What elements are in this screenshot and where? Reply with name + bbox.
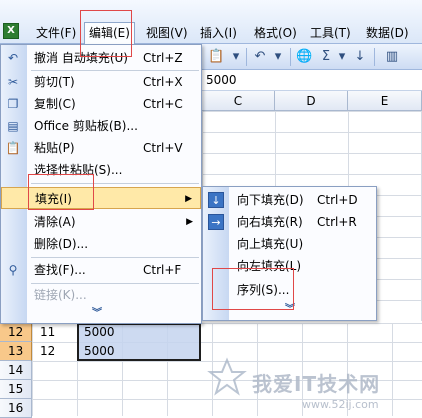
fill-right-icon: → xyxy=(208,214,224,230)
cell-b12[interactable]: 5000 xyxy=(80,323,115,342)
menu-item-label: 删除(D)... xyxy=(34,237,89,251)
undo-dropdown-icon[interactable]: ▾ xyxy=(270,49,286,65)
submenu-item-fill-up[interactable]: 向上填充(U) xyxy=(203,233,376,255)
formula-value[interactable]: 5000 xyxy=(206,73,237,87)
menu-format[interactable]: 格式(O) xyxy=(250,24,301,42)
menu-item-label: Office 剪贴板(B)... xyxy=(34,119,138,133)
menu-item-copy[interactable]: ❐ 复制(C) Ctrl+C xyxy=(1,93,201,115)
row-header[interactable]: 14 xyxy=(0,361,32,380)
fill-down-icon: ↓ xyxy=(208,192,224,208)
menu-item-shortcut: Ctrl+V xyxy=(143,141,183,155)
watermark: 我爱IT技术网 www.52ij.com xyxy=(206,356,422,416)
submenu-item-label: 向下填充(D) xyxy=(237,193,304,207)
copy-icon: ❐ xyxy=(7,97,19,111)
toolbar-separator xyxy=(290,48,291,66)
column-header-e[interactable]: E xyxy=(348,91,422,111)
menu-item-shortcut: Ctrl+C xyxy=(143,97,183,111)
submenu-item-fill-down[interactable]: ↓ 向下填充(D) Ctrl+D xyxy=(203,189,376,211)
menu-item-label: 查找(F)... xyxy=(34,263,86,277)
submenu-item-shortcut: Ctrl+D xyxy=(317,193,358,207)
menu-item-label: 剪切(T) xyxy=(34,75,75,89)
submenu-item-label: 向右填充(R) xyxy=(237,215,303,229)
binoculars-icon: ⚲ xyxy=(8,263,18,277)
clipboard-icon: ▤ xyxy=(7,119,19,133)
menu-bar: X 文件(F) 编辑(E) 视图(V) 插入(I) 格式(O) 工具(T) 数据… xyxy=(0,0,422,44)
cut-icon: ✂ xyxy=(7,75,19,89)
row-header[interactable]: 16 xyxy=(0,399,32,418)
undo-icon: ↶ xyxy=(7,51,19,65)
annotation-box-series xyxy=(212,268,294,310)
submenu-arrow-icon: ▶ xyxy=(186,217,193,227)
standard-toolbar: 📋 ▾ ↶ ▾ 🌐 Σ ▾ ↓ ▥ xyxy=(202,44,422,70)
sort-ascending-icon[interactable]: ↓ xyxy=(352,49,368,65)
menu-file[interactable]: 文件(F) xyxy=(32,24,80,42)
paste-icon[interactable]: 📋 xyxy=(208,49,224,65)
hyperlink-icon[interactable]: 🌐 xyxy=(296,49,312,65)
submenu-arrow-icon: ▶ xyxy=(185,194,192,204)
autosum-dropdown-icon[interactable]: ▾ xyxy=(334,49,350,65)
row-header[interactable]: 15 xyxy=(0,380,32,399)
cell-a13[interactable]: 12 xyxy=(36,342,55,361)
toolbar-separator xyxy=(246,48,247,66)
submenu-item-fill-right[interactable]: → 向右填充(R) Ctrl+R xyxy=(203,211,376,233)
watermark-url: www.52ij.com xyxy=(302,398,379,411)
row-header[interactable]: 12 xyxy=(0,323,32,342)
row-header-column: 12 13 14 15 16 xyxy=(0,323,32,418)
annotation-box-edit-menu xyxy=(80,10,132,57)
watermark-logo-icon xyxy=(207,357,247,396)
annotation-box-fill xyxy=(28,174,94,210)
menu-item-cut[interactable]: ✂ 剪切(T) Ctrl+X xyxy=(1,71,201,93)
undo-icon[interactable]: ↶ xyxy=(252,49,268,65)
menu-item-find[interactable]: ⚲ 查找(F)... Ctrl+F xyxy=(1,259,201,281)
submenu-item-shortcut: Ctrl+R xyxy=(317,215,357,229)
autosum-icon[interactable]: Σ xyxy=(318,49,334,65)
chart-icon[interactable]: ▥ xyxy=(384,49,400,65)
cell-b13[interactable]: 5000 xyxy=(80,342,115,361)
menu-view[interactable]: 视图(V) xyxy=(142,24,192,42)
menu-item-shortcut: Ctrl+F xyxy=(143,263,182,277)
menu-item-office-clipboard[interactable]: ▤ Office 剪贴板(B)... xyxy=(1,115,201,137)
menu-item-shortcut: Ctrl+X xyxy=(143,75,183,89)
menu-item-clear[interactable]: 清除(A) ▶ xyxy=(1,211,201,233)
menu-tools[interactable]: 工具(T) xyxy=(306,24,355,42)
chevron-down-expand-icon[interactable]: ︾ xyxy=(89,306,105,322)
excel-app-icon[interactable]: X xyxy=(3,23,19,39)
menu-item-label: 复制(C) xyxy=(34,97,76,111)
menu-data[interactable]: 数据(D) xyxy=(362,24,413,42)
menu-separator xyxy=(31,257,199,258)
cell-a12[interactable]: 11 xyxy=(36,323,55,342)
column-header-c[interactable]: C xyxy=(202,91,275,111)
paste-icon: 📋 xyxy=(5,141,21,155)
menu-item-label: 粘贴(P) xyxy=(34,141,75,155)
menu-item-label: 链接(K)... xyxy=(34,288,87,302)
menu-item-label: 清除(A) xyxy=(34,215,76,229)
paste-dropdown-icon[interactable]: ▾ xyxy=(228,49,244,65)
menu-item-links: 链接(K)... xyxy=(1,284,201,306)
formula-bar[interactable]: 5000 xyxy=(202,71,422,91)
column-header-row: C D E xyxy=(202,91,422,111)
menu-item-paste[interactable]: 📋 粘贴(P) Ctrl+V xyxy=(1,137,201,159)
toolbar-separator xyxy=(374,48,375,66)
submenu-item-label: 向上填充(U) xyxy=(237,237,304,251)
menu-item-shortcut: Ctrl+Z xyxy=(143,51,183,65)
menu-item-delete[interactable]: 删除(D)... xyxy=(1,233,201,255)
watermark-text: 我爱IT技术网 xyxy=(252,372,381,396)
menu-insert[interactable]: 插入(I) xyxy=(196,24,241,42)
column-header-d[interactable]: D xyxy=(275,91,348,111)
row-header[interactable]: 13 xyxy=(0,342,32,361)
